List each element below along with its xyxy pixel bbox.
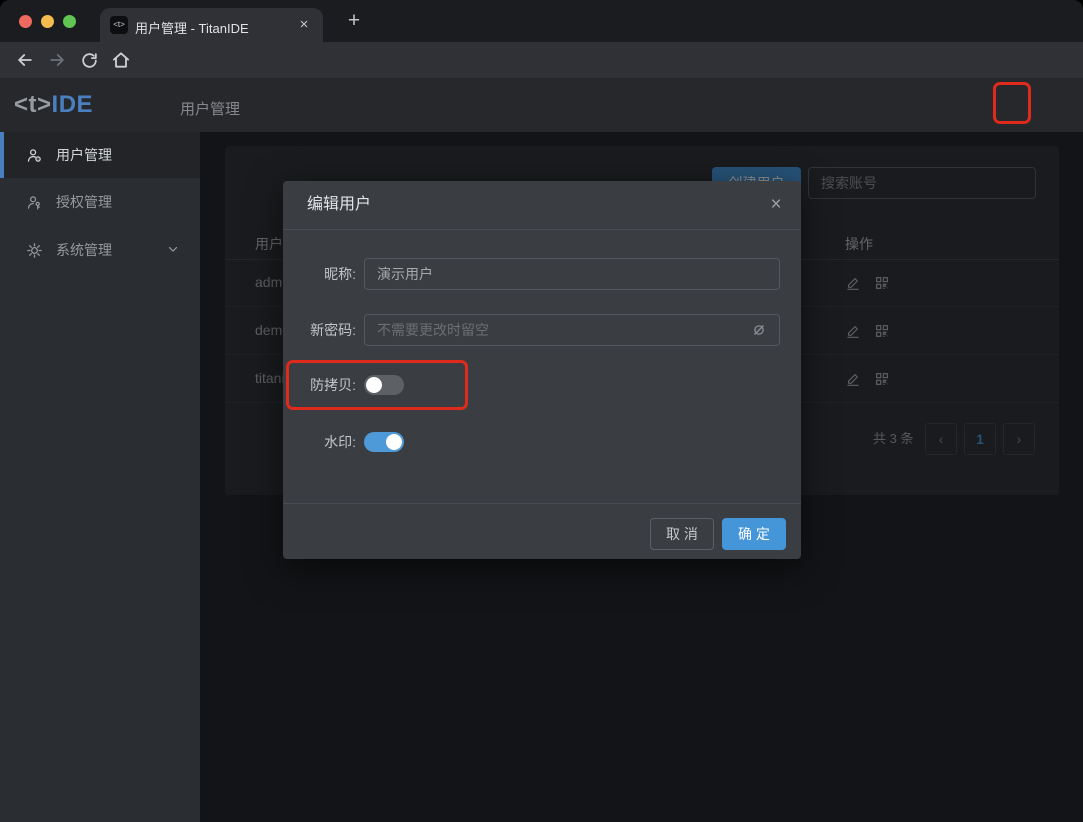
sidebar-item-label: 用户管理 [56,145,112,165]
titanide-favicon-icon: <t> [110,16,128,34]
user-key-icon [26,194,43,211]
sidebar-item-label: 授权管理 [56,192,112,212]
new-tab-button[interactable]: + [340,7,368,35]
home-icon[interactable] [107,46,135,74]
modal-header: 编辑用户 × [283,181,801,230]
password-input[interactable] [364,314,780,346]
browser-toolbar: try.titanide.cn/ide/web/admin/systemUser… [0,42,1083,78]
watermark-label: 水印: [283,426,356,458]
user-gear-icon [26,147,43,164]
sidebar-item-authorization[interactable]: 授权管理 [0,178,200,226]
watermark-toggle[interactable] [364,432,404,452]
page-title: 用户管理 [180,98,240,119]
modal-title: 编辑用户 [307,181,371,229]
tab-close-icon[interactable]: × [295,16,313,34]
password-label: 新密码: [283,314,356,346]
titanide-logo: <t>TITANIDE [14,91,93,119]
back-icon[interactable] [11,46,39,74]
browser-window: <t> 用户管理 - TitanIDE × + try.titanide.cn/… [0,0,1083,822]
cancel-button[interactable]: 取 消 [650,518,714,550]
reload-icon[interactable] [75,46,103,74]
confirm-button[interactable]: 确 定 [722,518,786,550]
sidebar: 用户管理 授权管理 系统管理 [0,132,200,822]
eye-slash-icon[interactable] [750,321,768,339]
tab-title: 用户管理 - TitanIDE [135,18,249,37]
logo-accent: IDE [52,91,94,118]
traffic-zoom-button[interactable] [63,15,76,28]
modal-footer: 取 消 确 定 [283,503,801,559]
sidebar-item-user-management[interactable]: 用户管理 [0,132,200,178]
chevron-down-icon [166,242,182,258]
browser-tab[interactable]: <t> 用户管理 - TitanIDE × [100,8,323,42]
annotation-box-layers-icon [993,82,1031,124]
traffic-minimize-button[interactable] [41,15,54,28]
sidebar-item-system[interactable]: 系统管理 [0,226,200,274]
tab-strip: <t> 用户管理 - TitanIDE × + [0,0,1083,42]
modal-close-icon[interactable]: × [765,194,787,216]
logo-prefix: <t> [14,91,52,118]
nickname-label: 昵称: [283,258,356,290]
sidebar-item-label: 系统管理 [56,240,112,260]
watermark-field-row: 水印: [283,426,801,458]
password-field-row: 新密码: [283,314,801,346]
nickname-field-row: 昵称: [283,258,801,290]
nickname-input[interactable] [364,258,780,290]
gear-icon [26,242,43,259]
toggle-knob [386,434,402,450]
traffic-close-button[interactable] [19,15,32,28]
annotation-box-anticopy [286,360,468,410]
app-header: <t>TITANIDE 用户管理 ? 演 [0,78,1083,132]
forward-icon[interactable] [43,46,71,74]
